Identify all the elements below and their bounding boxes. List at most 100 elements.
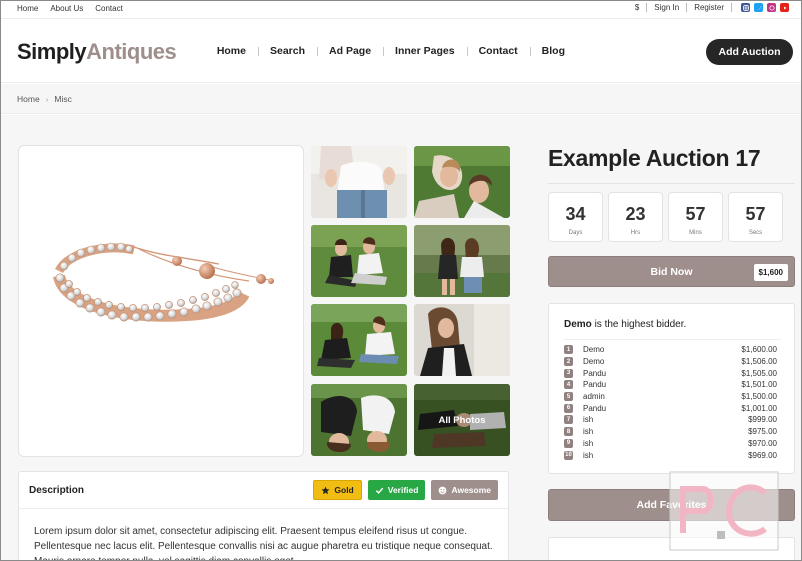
browser-page: Home About Us Contact $ Sign In Register <box>0 0 802 561</box>
description-text: Lorem ipsum dolor sit amet, consectetur … <box>34 526 493 560</box>
bid-amount: $1,506.00 <box>741 357 777 367</box>
bidder-name: Demo <box>583 357 605 367</box>
bidder-name: Demo <box>583 345 605 355</box>
bidder-name: ish <box>583 427 594 437</box>
photo-image <box>311 225 407 297</box>
countdown-seconds: 57 Secs <box>728 192 783 242</box>
twitter-icon[interactable] <box>754 3 763 12</box>
description-card: Description Gold Verified Awesome Lorem … <box>18 471 509 560</box>
site-logo[interactable]: SimplyAntiques <box>17 39 177 65</box>
breadcrumb: Home › Misc <box>1 84 801 114</box>
bidder-name: ish <box>583 415 594 425</box>
bid-amount: $970.00 <box>748 438 777 448</box>
countdown-value: 57 <box>745 204 766 224</box>
top-link-about[interactable]: About Us <box>50 4 83 13</box>
countdown-label: Secs <box>748 230 763 236</box>
nav-blog[interactable]: Blog <box>529 45 577 57</box>
star-icon <box>321 486 330 494</box>
bid-row: 4 Pandu $1,501.00 <box>564 379 777 391</box>
countdown-hours: 23 Hrs <box>608 192 663 242</box>
currency-selector[interactable]: $ <box>635 3 639 12</box>
bid-amount: $1,505.00 <box>741 368 777 378</box>
main-product-image[interactable] <box>18 145 304 457</box>
badge-verified: Verified <box>367 480 426 500</box>
badge-label: Awesome <box>451 485 491 495</box>
top-link-contact[interactable]: Contact <box>95 4 123 13</box>
countdown-label: Hrs <box>630 230 641 236</box>
logo-part-1: Simply <box>17 39 87 64</box>
divider <box>564 339 781 340</box>
gallery-thumb[interactable] <box>311 384 407 456</box>
bidder-name: admin <box>583 392 605 402</box>
register-link[interactable]: Register <box>694 3 724 12</box>
bid-now-button[interactable]: Bid Now $1,600 <box>548 256 795 287</box>
bid-rank-badge: 2 <box>564 357 573 367</box>
bid-amount: $1,600.00 <box>741 345 777 355</box>
photo-image <box>414 146 510 218</box>
photo-image <box>414 225 510 297</box>
social-links <box>741 3 789 12</box>
gallery-thumb[interactable] <box>311 225 407 297</box>
top-link-home[interactable]: Home <box>17 4 38 13</box>
nav-home[interactable]: Home <box>205 45 258 57</box>
bid-row: 6 Pandu $1,001.00 <box>564 402 777 414</box>
highest-bidder-suffix: is the highest bidder. <box>591 319 687 330</box>
divider <box>686 3 688 12</box>
countdown-label: Mins <box>689 230 702 236</box>
bid-rank-badge: 4 <box>564 380 573 390</box>
divider <box>548 183 795 184</box>
dribbble-icon[interactable] <box>767 3 776 12</box>
gallery-thumb[interactable] <box>414 146 510 218</box>
watermark-logo <box>669 471 779 551</box>
bid-amount: $1,001.00 <box>741 403 777 413</box>
bid-price-badge: $1,600 <box>753 264 788 281</box>
bidder-name: Pandu <box>583 380 607 390</box>
photo-image <box>311 384 407 456</box>
instagram-icon[interactable] <box>741 3 750 12</box>
bid-row: 10 ish $969.00 <box>564 449 777 461</box>
nav-contact[interactable]: Contact <box>466 45 530 57</box>
bid-rank-badge: 7 <box>564 415 573 425</box>
bid-rank-badge: 1 <box>564 345 573 355</box>
badge-list: Gold Verified Awesome <box>313 480 498 500</box>
auction-title: Example Auction 17 <box>548 145 761 171</box>
sign-in-link[interactable]: Sign In <box>654 3 679 12</box>
gallery-thumb[interactable] <box>311 146 407 218</box>
bid-amount: $975.00 <box>748 427 777 437</box>
bid-rank-badge: 6 <box>564 403 573 413</box>
logo-part-2: Antiques <box>86 39 177 64</box>
bidder-name: ish <box>583 438 594 448</box>
photo-image <box>311 304 407 376</box>
bidder-name: Pandu <box>583 368 607 378</box>
main-nav: Home Search Ad Page Inner Pages Contact … <box>205 45 577 57</box>
breadcrumb-current: Misc <box>54 94 72 104</box>
countdown-days: 34 Days <box>548 192 603 242</box>
youtube-icon[interactable] <box>780 3 789 12</box>
badge-label: Verified <box>387 485 419 495</box>
bidder-name: ish <box>583 450 594 460</box>
all-photos-thumb[interactable]: All Photos <box>414 384 510 456</box>
bid-row: 1 Demo $1,600.00 <box>564 344 777 356</box>
divider <box>646 3 648 12</box>
bid-row: 8 ish $975.00 <box>564 426 777 438</box>
highest-bidder-name: Demo <box>564 319 592 330</box>
add-auction-button[interactable]: Add Auction <box>706 39 793 65</box>
bid-amount: $969.00 <box>748 450 777 460</box>
divider <box>731 3 732 12</box>
gallery-thumb[interactable] <box>414 304 510 376</box>
countdown-label: Days <box>568 230 583 236</box>
bid-row: 9 ish $970.00 <box>564 438 777 450</box>
site-header: SimplyAntiques Home Search Ad Page Inner… <box>1 20 801 83</box>
check-icon <box>375 487 384 494</box>
all-photos-label: All Photos <box>414 384 510 456</box>
bid-row: 2 Demo $1,506.00 <box>564 356 777 368</box>
gallery-thumb[interactable] <box>311 304 407 376</box>
breadcrumb-home[interactable]: Home <box>17 94 40 104</box>
nav-inner-pages[interactable]: Inner Pages <box>383 45 467 57</box>
gallery-thumb[interactable] <box>414 225 510 297</box>
bid-history-card: Demo is the highest bidder. 1 Demo $1,600.… <box>548 303 795 474</box>
nav-ad-page[interactable]: Ad Page <box>317 45 383 57</box>
nav-search[interactable]: Search <box>258 45 317 57</box>
bid-row: 5 admin $1,500.00 <box>564 391 777 403</box>
bracelet-image <box>53 242 274 322</box>
